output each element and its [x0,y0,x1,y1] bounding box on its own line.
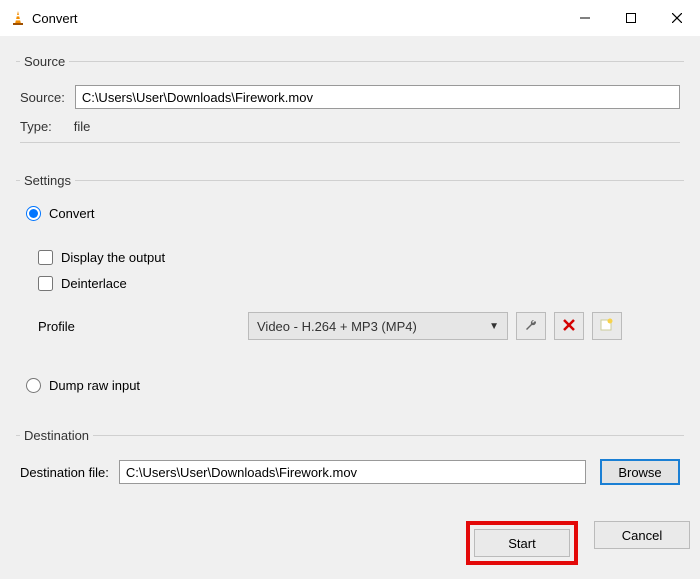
dump-raw-radio[interactable] [26,378,41,393]
source-input[interactable] [75,85,680,109]
type-label: Type: [20,119,52,134]
start-button[interactable]: Start [474,529,570,557]
profile-value: Video - H.264 + MP3 (MP4) [257,319,417,334]
destination-input[interactable] [119,460,586,484]
destination-legend: Destination [20,428,93,443]
start-highlight: Start [466,521,578,565]
settings-legend: Settings [20,173,75,188]
browse-label: Browse [618,465,661,480]
profile-label: Profile [38,319,248,334]
dialog-content: Source Source: Type: file Settings Conve… [0,36,700,511]
browse-button[interactable]: Browse [600,459,680,485]
source-label: Source: [20,90,65,105]
chevron-down-icon: ▼ [489,321,499,332]
dump-raw-label: Dump raw input [49,378,140,393]
profile-select[interactable]: Video - H.264 + MP3 (MP4) ▼ [248,312,508,340]
convert-radio-label: Convert [49,206,95,221]
delete-profile-button[interactable] [554,312,584,340]
type-value: file [74,119,91,134]
delete-icon [563,319,575,334]
separator [20,142,680,143]
new-profile-icon [600,318,614,335]
display-output-label: Display the output [61,250,165,265]
display-output-checkbox[interactable] [38,250,53,265]
new-profile-button[interactable] [592,312,622,340]
deinterlace-checkbox[interactable] [38,276,53,291]
wrench-icon [524,318,538,335]
convert-radio[interactable] [26,206,41,221]
vlc-icon [10,10,26,26]
start-label: Start [508,536,535,551]
close-button[interactable] [654,0,700,36]
dialog-footer: Start Cancel [0,511,700,579]
convert-dialog: Convert Source Source: Type: file Settin… [0,0,700,573]
maximize-button[interactable] [608,0,654,36]
deinterlace-label: Deinterlace [61,276,127,291]
minimize-button[interactable] [562,0,608,36]
window-title: Convert [26,11,562,26]
edit-profile-button[interactable] [516,312,546,340]
cancel-label: Cancel [622,528,662,543]
titlebar[interactable]: Convert [0,0,700,36]
destination-label: Destination file: [20,465,109,480]
destination-group: Destination Destination file: Browse [16,428,684,503]
source-legend: Source [20,54,69,69]
source-group: Source Source: Type: file [16,54,684,157]
cancel-button[interactable]: Cancel [594,521,690,549]
settings-group: Settings Convert Display the output Dein… [16,173,684,412]
